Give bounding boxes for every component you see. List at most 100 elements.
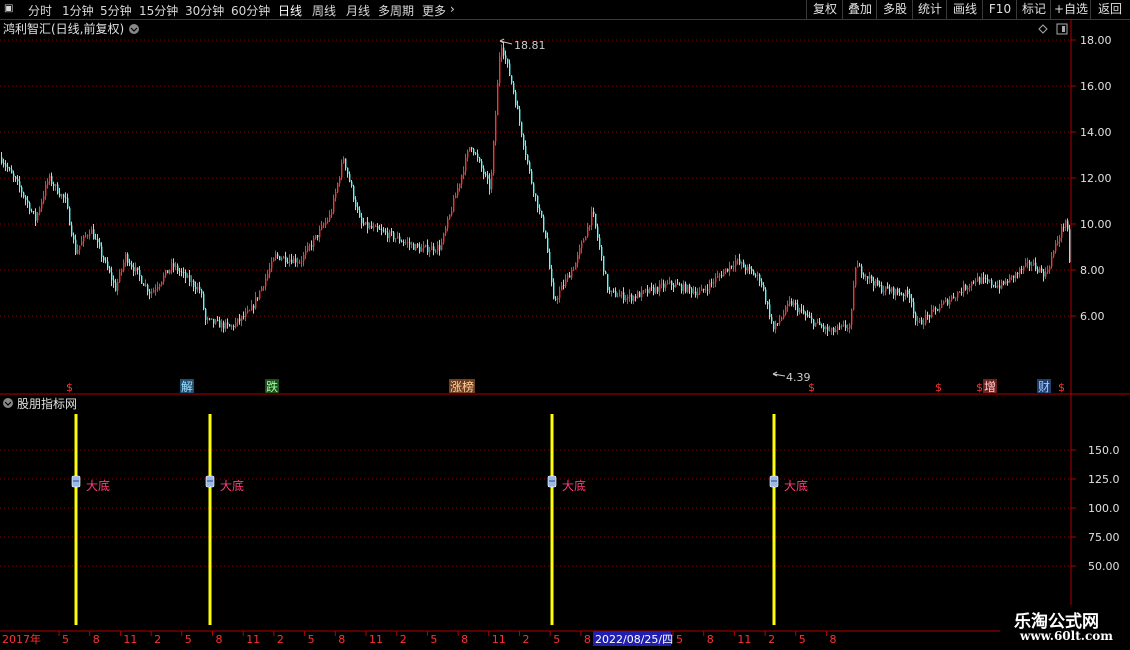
candle-body bbox=[335, 191, 337, 199]
tab-60min[interactable]: 60分钟 bbox=[231, 2, 270, 19]
candle-body bbox=[471, 147, 473, 150]
candle-body bbox=[409, 242, 411, 245]
dividend-marker[interactable]: $ bbox=[808, 381, 815, 394]
dividend-marker[interactable]: $ bbox=[66, 381, 73, 394]
candle-body bbox=[667, 283, 669, 285]
tab-monthly[interactable]: 月线 bbox=[346, 2, 370, 19]
f10-button[interactable]: F10 bbox=[982, 0, 1017, 19]
finance-marker[interactable]: 财 bbox=[1038, 380, 1050, 394]
tab-daily[interactable]: 日线 bbox=[278, 2, 302, 19]
candle-body bbox=[605, 271, 607, 275]
overlay-button[interactable]: 叠加 bbox=[842, 0, 877, 19]
candle-body bbox=[631, 294, 633, 301]
candle-body bbox=[381, 229, 383, 231]
candle-body bbox=[1041, 268, 1043, 272]
candle-body bbox=[601, 246, 603, 256]
chevron-right-icon[interactable]: › bbox=[450, 2, 455, 16]
candle-body bbox=[261, 287, 263, 292]
candle-body bbox=[671, 281, 673, 286]
candle-body bbox=[91, 229, 93, 234]
drop-marker[interactable]: 跌 bbox=[266, 379, 278, 394]
candle-body bbox=[267, 273, 269, 279]
candle-body bbox=[1023, 266, 1025, 271]
candle-body bbox=[55, 184, 57, 187]
candle-body bbox=[53, 184, 55, 187]
limit-up-list-marker[interactable]: 涨榜 bbox=[450, 379, 474, 394]
candle-body bbox=[41, 201, 43, 209]
dividend-marker[interactable]: $ bbox=[1058, 381, 1065, 394]
multi-stock-button[interactable]: 多股 bbox=[876, 0, 913, 19]
candle-body bbox=[625, 298, 627, 300]
candle-body bbox=[1019, 268, 1021, 274]
candle-body bbox=[835, 330, 837, 332]
candle-body bbox=[617, 296, 619, 298]
candle-body bbox=[761, 281, 763, 285]
price-tick-label: 16.00 bbox=[1080, 80, 1112, 93]
restore-rights-button[interactable]: 复权 bbox=[806, 0, 843, 19]
candle-body bbox=[399, 236, 401, 242]
month-tick-label: 5 bbox=[430, 633, 437, 646]
candle-body bbox=[407, 242, 409, 244]
candle-body bbox=[493, 141, 495, 173]
candle-body bbox=[289, 259, 291, 263]
back-button[interactable]: 返回 bbox=[1090, 0, 1129, 19]
tab-multi-period[interactable]: 多周期 bbox=[378, 2, 414, 19]
candle-body bbox=[97, 239, 99, 243]
draw-line-button[interactable]: 画线 bbox=[946, 0, 983, 19]
candle-body bbox=[223, 322, 225, 329]
candle-body bbox=[517, 105, 519, 110]
candle-body bbox=[967, 287, 969, 290]
candle-body bbox=[171, 263, 173, 270]
candle-body bbox=[373, 226, 375, 228]
add-favorite-button[interactable]: +自选 bbox=[1050, 0, 1091, 19]
candle-body bbox=[405, 242, 407, 244]
candle-body bbox=[1003, 281, 1005, 284]
chart-canvas[interactable]: 18.00 16.00 14.00 12.00 10.00 8.00 6.00 鸿利智汇(日… bbox=[0, 20, 1130, 650]
share-increase-marker[interactable]: 增 bbox=[984, 380, 996, 394]
candle-body bbox=[635, 296, 637, 298]
candle-body bbox=[1053, 251, 1055, 257]
candle-body bbox=[427, 245, 429, 253]
candle-body bbox=[271, 261, 273, 269]
tab-30min[interactable]: 30分钟 bbox=[185, 2, 224, 19]
candle-body bbox=[383, 230, 385, 232]
tab-5min[interactable]: 5分钟 bbox=[100, 2, 132, 19]
signal-bar bbox=[772, 414, 776, 625]
month-tick-label: 8 bbox=[707, 633, 714, 646]
candle-body bbox=[837, 326, 839, 331]
candle-body bbox=[609, 290, 611, 292]
candle-body bbox=[895, 289, 897, 296]
dividend-marker[interactable]: $ bbox=[976, 381, 983, 394]
candle-body bbox=[29, 202, 31, 211]
candle-body bbox=[475, 153, 477, 155]
candle-body bbox=[547, 237, 549, 253]
mark-button[interactable]: 标记 bbox=[1016, 0, 1051, 19]
tab-weekly[interactable]: 周线 bbox=[312, 2, 336, 19]
candle-body bbox=[185, 272, 187, 278]
candle-body bbox=[17, 178, 19, 182]
candle-body bbox=[1067, 220, 1069, 230]
unlock-marker[interactable]: 解 bbox=[181, 380, 193, 394]
tab-intraday[interactable]: 分时 bbox=[28, 2, 52, 19]
candle-body bbox=[941, 303, 943, 308]
candle-body bbox=[403, 242, 405, 243]
menu-icon[interactable]: ▣ bbox=[4, 3, 13, 14]
candle-body bbox=[901, 294, 903, 296]
indicator-dropdown-icon[interactable] bbox=[3, 398, 13, 408]
tab-1min[interactable]: 1分钟 bbox=[62, 2, 94, 19]
candle-body bbox=[771, 317, 773, 322]
dividend-marker[interactable]: $ bbox=[935, 381, 942, 394]
candle-body bbox=[193, 280, 195, 287]
candle-body bbox=[341, 163, 343, 179]
candle-body bbox=[163, 275, 165, 282]
title-dropdown-icon[interactable] bbox=[129, 24, 139, 34]
tab-15min[interactable]: 15分钟 bbox=[139, 2, 178, 19]
candle-body bbox=[297, 262, 299, 264]
candle-body bbox=[715, 277, 717, 283]
candle-body bbox=[209, 318, 211, 320]
candle-body bbox=[481, 161, 483, 169]
statistics-button[interactable]: 统计 bbox=[912, 0, 947, 19]
candle-body bbox=[363, 223, 365, 225]
cursor-date: 2022/08/25/四 bbox=[595, 633, 673, 646]
tab-more[interactable]: 更多 bbox=[422, 2, 446, 19]
